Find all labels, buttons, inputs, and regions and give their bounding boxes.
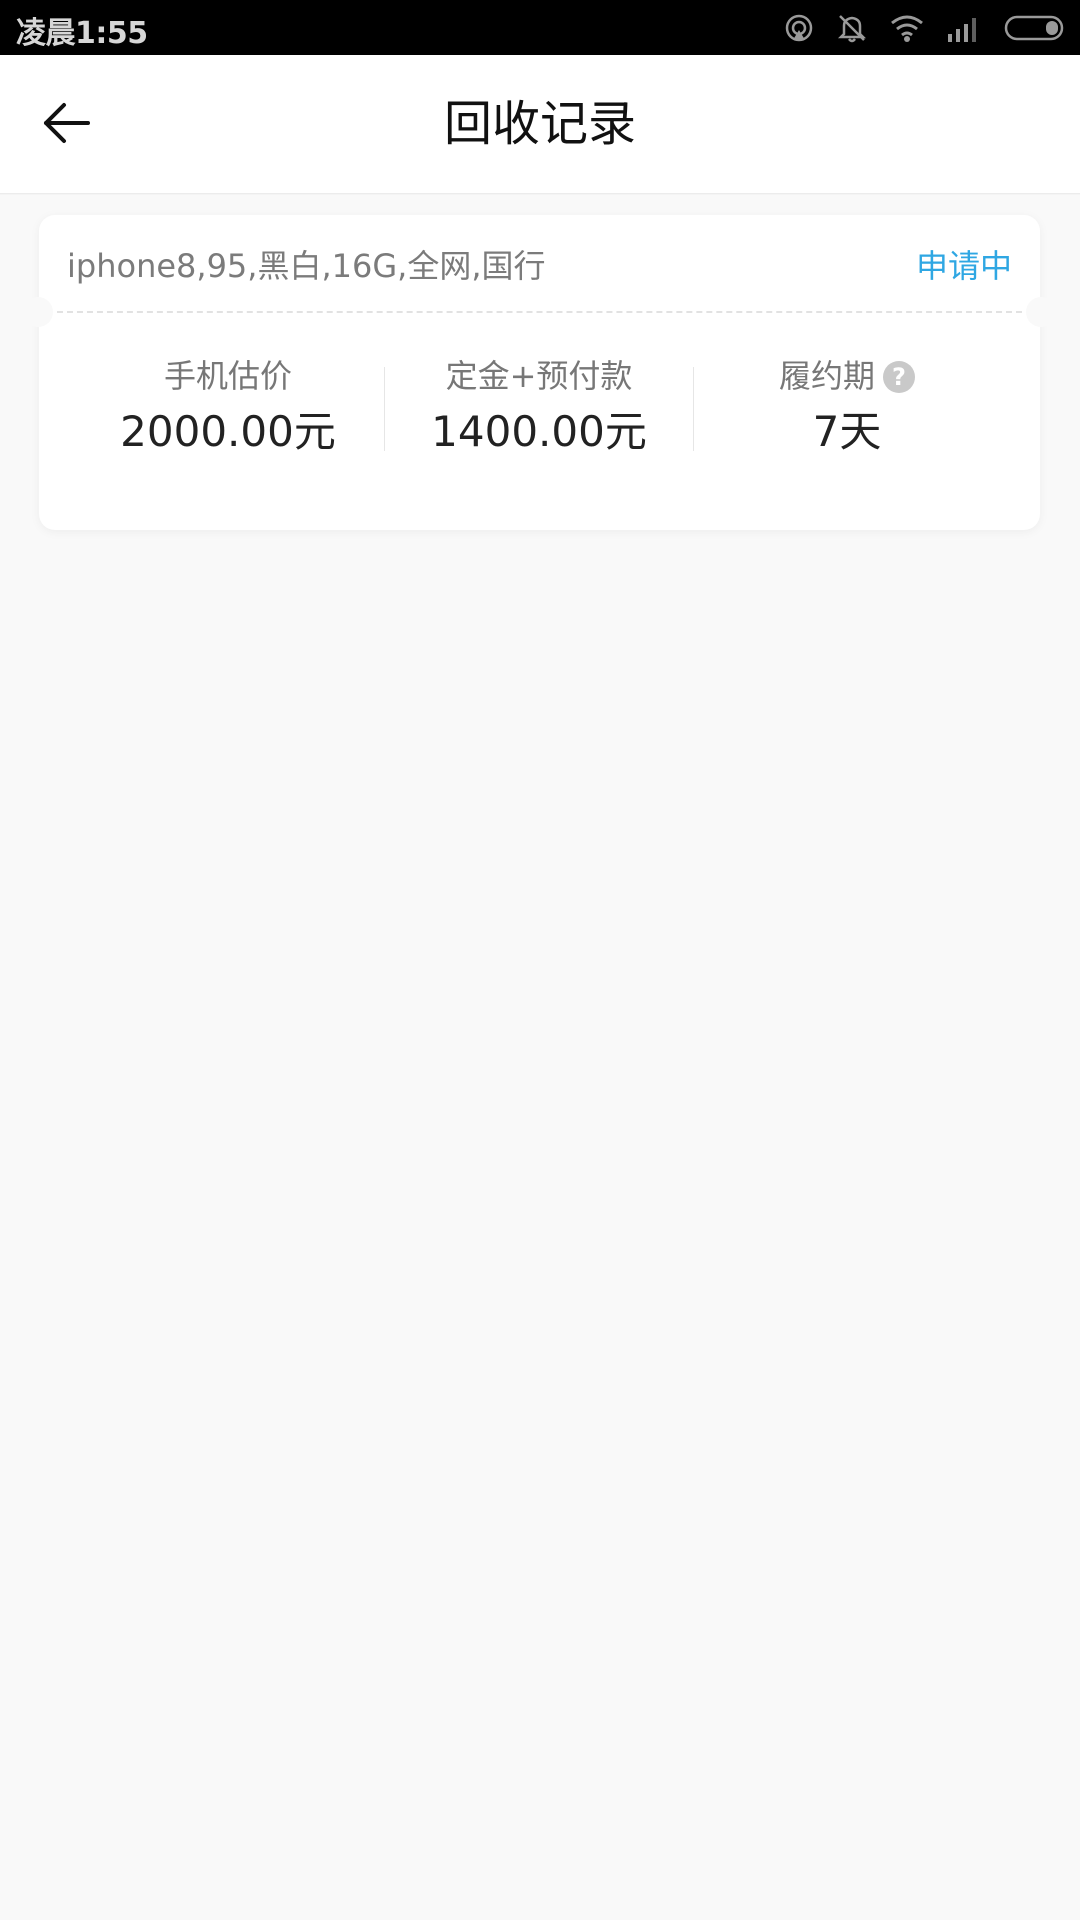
stat-estimated-price: 手机估价 2000.00元 <box>73 355 383 456</box>
card-header: iphone8,95,黑白,16G,全网,国行 申请中 <box>39 215 1040 311</box>
stat-value: 1400.00元 <box>431 407 647 456</box>
device-description: iphone8,95,黑白,16G,全网,国行 <box>67 247 546 285</box>
status-time: 凌晨1:55 <box>16 16 148 51</box>
ticket-divider <box>57 311 1022 313</box>
wifi-icon <box>890 13 924 43</box>
hotspot-icon <box>784 13 814 43</box>
status-icons <box>784 10 1066 46</box>
ticket-notch-right <box>1026 297 1056 327</box>
arrow-left-icon <box>42 101 92 149</box>
stat-label: 履约期 <box>778 357 875 395</box>
mute-icon <box>836 12 868 44</box>
stats-row: 手机估价 2000.00元 定金+预付款 1400.00元 履约期? 7天 <box>39 355 1040 456</box>
help-icon[interactable]: ? <box>883 361 915 393</box>
back-button[interactable] <box>36 95 98 155</box>
page-title: 回收记录 <box>443 96 636 152</box>
stat-label-row: 履约期? <box>692 355 1002 397</box>
stat-label: 手机估价 <box>163 357 292 395</box>
stat-fulfillment-period: 履约期? 7天 <box>692 355 1002 456</box>
status-bar: 凌晨1:55 <box>0 0 1080 55</box>
battery-icon <box>1004 14 1066 42</box>
stat-value: 2000.00元 <box>120 407 336 456</box>
stat-deposit: 定金+预付款 1400.00元 <box>384 355 694 456</box>
signal-icon <box>946 14 982 42</box>
app-bar: 回收记录 <box>0 55 1080 194</box>
stat-label: 定金+预付款 <box>445 357 633 395</box>
status-badge: 申请中 <box>915 247 1012 285</box>
record-card[interactable]: iphone8,95,黑白,16G,全网,国行 申请中 手机估价 2000.00… <box>23 215 1056 530</box>
stat-value: 7天 <box>812 407 882 456</box>
ticket-notch-left <box>23 297 53 327</box>
